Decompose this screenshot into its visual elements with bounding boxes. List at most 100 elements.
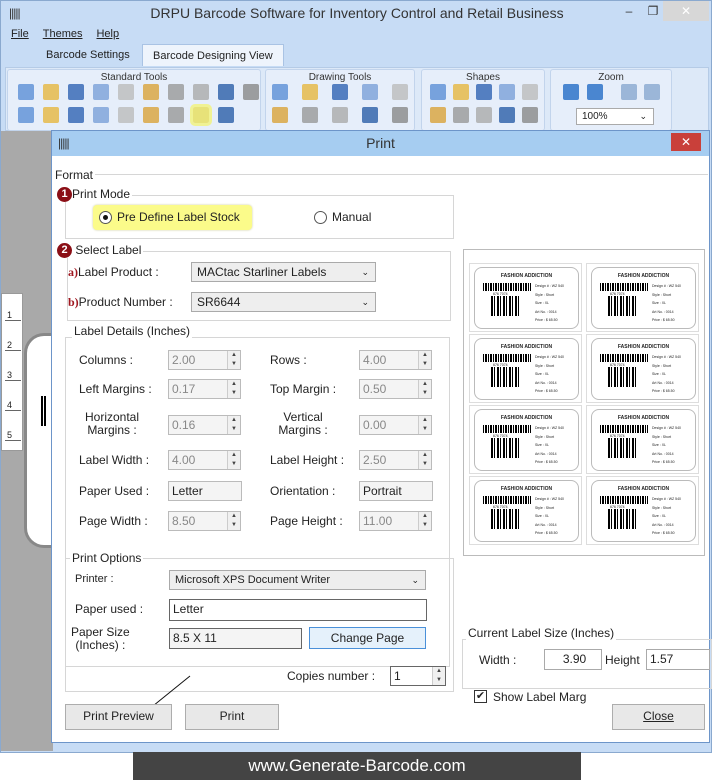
label-heading: FASHION ADDICTION xyxy=(500,415,553,421)
delete-icon[interactable] xyxy=(193,84,209,100)
label-info-line: Price : $ 65.50 xyxy=(535,460,558,464)
barcode-icon[interactable] xyxy=(362,84,378,100)
lock-icon[interactable] xyxy=(68,107,84,123)
barcode-image xyxy=(491,367,521,387)
line-icon[interactable] xyxy=(453,107,469,123)
image-icon[interactable] xyxy=(332,84,348,100)
arc-icon[interactable] xyxy=(522,107,538,123)
label-preview-cell: FASHION ADDICTION 676 7074 Design # : WZ 5… xyxy=(586,263,699,332)
ellipse-icon[interactable] xyxy=(476,84,492,100)
label-heading: FASHION ADDICTION xyxy=(500,344,553,350)
fit-to-window-icon[interactable] xyxy=(587,84,603,100)
label-width-input[interactable]: 3.90 xyxy=(544,649,602,670)
zoom-in-icon[interactable] xyxy=(621,84,637,100)
send-back-icon[interactable] xyxy=(18,107,34,123)
orientation-input: Portrait xyxy=(359,481,433,501)
tab-barcode-settings[interactable]: Barcode Settings xyxy=(36,44,140,66)
copy-icon[interactable] xyxy=(118,84,134,100)
label-product-label: a)Label Product : xyxy=(68,265,159,280)
triangle-icon[interactable] xyxy=(499,84,515,100)
exit-icon[interactable] xyxy=(218,107,234,123)
menu-help[interactable]: Help xyxy=(96,28,119,40)
undo-icon[interactable] xyxy=(218,84,234,100)
tab-barcode-designing-view[interactable]: Barcode Designing View xyxy=(142,44,284,66)
print-preview-button[interactable]: Print Preview xyxy=(65,704,172,730)
menu-themes[interactable]: Themes xyxy=(43,28,83,40)
label-info: Design # : WZ 540 Style : Short Size : XL A… xyxy=(535,495,564,538)
label-info-line: Price : $ 65.50 xyxy=(652,531,675,535)
label-info-line: Style : Short xyxy=(652,434,672,439)
select-label-legend: 2 Select Label xyxy=(55,243,144,259)
grid-icon[interactable] xyxy=(118,107,134,123)
watermark-icon[interactable] xyxy=(332,107,348,123)
open-folder-icon[interactable] xyxy=(43,84,59,100)
label-info-line: Price : $ 65.50 xyxy=(652,460,675,464)
library-icon[interactable] xyxy=(302,107,318,123)
group-drawing-tools: Drawing Tools xyxy=(265,69,415,131)
zoom-select[interactable]: 100% ⌄ xyxy=(576,108,654,125)
bring-front-icon[interactable] xyxy=(43,107,59,123)
spin-arrows-icon: ▲ ▼ xyxy=(227,512,240,530)
zoom-out-icon[interactable] xyxy=(644,84,660,100)
pen-icon[interactable] xyxy=(302,84,318,100)
print-button[interactable]: Print xyxy=(185,704,279,730)
print-preview-pane: FASHION ADDICTION 676 7074 Design # : WZ 5… xyxy=(463,249,705,556)
picture-icon[interactable] xyxy=(392,84,408,100)
change-page-button[interactable]: Change Page xyxy=(309,627,426,649)
label-heading: FASHION ADDICTION xyxy=(617,415,670,421)
label-info-line: Style : Short xyxy=(652,292,672,297)
select-label-label: Select Label xyxy=(75,243,142,257)
label-preview-cell: FASHION ADDICTION 676 7074 Design # : WZ 5… xyxy=(586,476,699,545)
shape-fill-dropdown-icon[interactable] xyxy=(392,107,408,123)
label-width-value: 4.00 xyxy=(172,453,196,467)
label-info-line: Style : Short xyxy=(535,363,555,368)
spin-arrows-icon[interactable]: ▲ ▼ xyxy=(432,667,445,685)
window-close-button[interactable]: ✕ xyxy=(663,1,709,21)
burst-icon[interactable] xyxy=(476,107,492,123)
label-height-input: 2.50 ▲ ▼ xyxy=(359,450,432,470)
label-product-select[interactable]: MACtac Starliner Labels ⌄ xyxy=(191,262,376,282)
app-barcode-icon: ||||| xyxy=(9,6,21,20)
chevron-down-icon: ⌄ xyxy=(361,297,369,307)
page-height-label: Page Height : xyxy=(270,514,343,528)
star-shape-icon[interactable] xyxy=(272,107,288,123)
unlock-icon[interactable] xyxy=(93,107,109,123)
format-label: Format xyxy=(53,168,96,182)
radio-pre-define-label-stock[interactable]: Pre Define Label Stock xyxy=(93,205,252,230)
copies-stepper[interactable]: 1 ▲ ▼ xyxy=(390,666,446,686)
printer-select[interactable]: Microsoft XPS Document Writer ⌄ xyxy=(169,570,426,590)
ruler-tick: 1 xyxy=(5,310,21,321)
paper-used-input[interactable]: Letter xyxy=(169,599,427,621)
export-image-icon[interactable] xyxy=(168,107,184,123)
paper-size-input: 8.5 X 11 xyxy=(169,628,302,649)
radio-checked-icon xyxy=(99,211,112,224)
paste-icon[interactable] xyxy=(143,84,159,100)
redo-icon[interactable] xyxy=(243,84,259,100)
print-icon[interactable] xyxy=(190,104,212,126)
cut-icon[interactable] xyxy=(168,84,184,100)
ruler-tick: 2 xyxy=(5,340,21,351)
spin-arrows-icon: ▲ ▼ xyxy=(418,451,431,469)
label-text: Label Product : xyxy=(78,265,159,279)
vertical-margins-label: Vertical Margins : xyxy=(268,411,338,437)
menu-file[interactable]: File xyxy=(11,28,29,40)
diamond-icon[interactable] xyxy=(522,84,538,100)
save-icon[interactable] xyxy=(68,84,84,100)
new-file-icon[interactable] xyxy=(18,84,34,100)
save-as-icon[interactable] xyxy=(93,84,109,100)
database-icon[interactable] xyxy=(143,107,159,123)
label-height-input[interactable]: 1.57 xyxy=(646,649,710,670)
frame-dropdown-icon[interactable] xyxy=(362,107,378,123)
dialog-close-button[interactable]: ✕ xyxy=(671,133,701,151)
product-number-select[interactable]: SR6644 ⌄ xyxy=(191,292,376,312)
close-button[interactable]: Close xyxy=(612,704,705,730)
text-icon[interactable] xyxy=(272,84,288,100)
rectangle-icon[interactable] xyxy=(430,84,446,100)
group-title: Standard Tools xyxy=(100,72,168,83)
rounded-rectangle-icon[interactable] xyxy=(453,84,469,100)
actual-size-icon[interactable] xyxy=(563,84,579,100)
printer-label: Printer : xyxy=(75,573,114,585)
label-info-line: Style : Short xyxy=(535,292,555,297)
star-icon[interactable] xyxy=(430,107,446,123)
cross-star-icon[interactable] xyxy=(499,107,515,123)
